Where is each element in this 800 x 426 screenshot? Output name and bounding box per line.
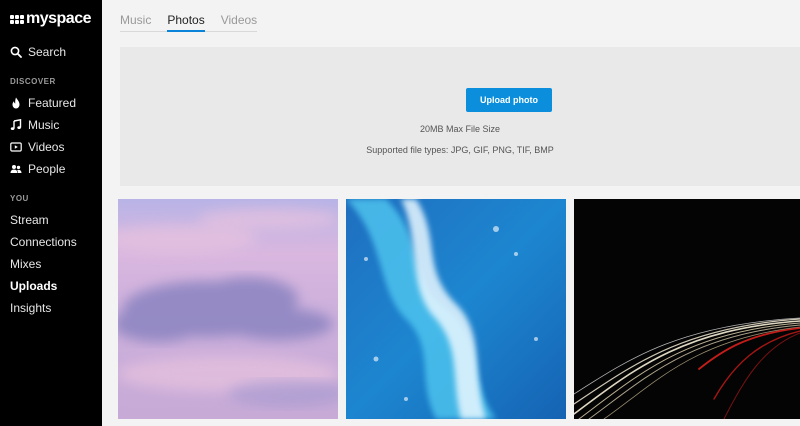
media-tabs: Music Photos Videos	[120, 10, 258, 32]
people-icon	[10, 163, 22, 175]
sidebar-item-featured[interactable]: Featured	[10, 96, 76, 110]
logo-mark-icon	[10, 14, 24, 24]
sidebar-item-label: Search	[28, 45, 67, 59]
sidebar-item-connections[interactable]: Connections	[10, 235, 77, 249]
sidebar-item-people[interactable]: People	[10, 162, 65, 176]
myspace-logo[interactable]: myspace	[10, 10, 92, 28]
video-play-icon	[10, 141, 22, 153]
discover-heading: DISCOVER	[10, 77, 56, 86]
sidebar-item-stream[interactable]: Stream	[10, 213, 49, 227]
max-file-size-note: 20MB Max File Size	[419, 124, 501, 134]
sidebar-item-label: People	[28, 162, 66, 176]
ocean-wake-image	[346, 199, 566, 419]
sidebar-item-label: Videos	[28, 140, 65, 154]
you-heading: YOU	[10, 194, 29, 203]
cloudy-sky-image	[118, 199, 338, 419]
sidebar-item-label: Featured	[28, 96, 77, 110]
tab-photos[interactable]: Photos	[167, 10, 205, 32]
sidebar-item-music[interactable]: Music	[10, 118, 59, 132]
photo-thumbnail[interactable]	[574, 199, 800, 419]
sidebar-item-insights[interactable]: Insights	[10, 301, 51, 315]
upload-photo-button[interactable]: Upload photo	[466, 88, 552, 112]
sidebar-item-search[interactable]: Search	[10, 45, 66, 59]
photo-thumbnail[interactable]	[346, 199, 566, 419]
photo-thumbnail[interactable]	[118, 199, 338, 419]
sidebar-item-uploads[interactable]: Uploads	[10, 279, 57, 293]
sidebar: myspace Search DISCOVER Featured Music V…	[0, 0, 102, 426]
sidebar-item-videos[interactable]: Videos	[10, 140, 64, 154]
tab-videos[interactable]: Videos	[221, 10, 257, 32]
tab-music[interactable]: Music	[120, 10, 151, 32]
music-note-icon	[10, 119, 22, 131]
sidebar-item-label: Music	[28, 118, 60, 132]
flame-icon	[10, 97, 22, 109]
search-icon	[10, 46, 22, 58]
supported-types-note: Supported file types: JPG, GIF, PNG, TIF…	[366, 145, 554, 155]
logo-text: myspace	[26, 10, 92, 27]
upload-dropzone[interactable]: Upload photo 20MB Max File Size Supporte…	[120, 47, 800, 186]
sidebar-item-mixes[interactable]: Mixes	[10, 257, 41, 271]
light-trails-image	[574, 199, 800, 419]
